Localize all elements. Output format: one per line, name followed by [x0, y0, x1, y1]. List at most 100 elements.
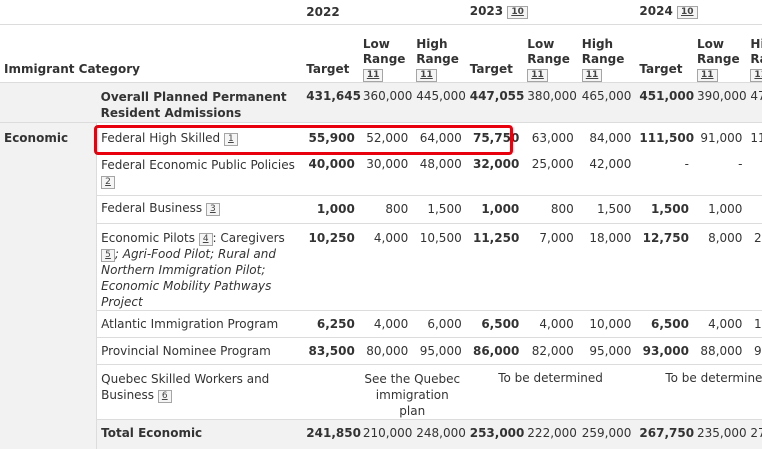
footnote-link-11[interactable]: 11 — [416, 68, 437, 82]
cell-value: 800 — [358, 194, 413, 223]
table-row-federal-economic-public-policies: Federal Economic Public Policies 2 40,00… — [0, 153, 762, 195]
footnote-link-5[interactable]: 5 — [101, 248, 115, 262]
cell-value: 52,000 — [358, 121, 413, 153]
year-2022-header: 2022 — [302, 0, 359, 24]
cell-value: 11,250 — [465, 222, 524, 310]
cell-value: 1,000 — [302, 194, 359, 223]
column-header-target-2024: Target — [635, 23, 693, 82]
cell-value: 259,000 — [577, 418, 636, 449]
column-header-low-range-2024: Low Range 11 — [692, 23, 747, 82]
cell-value: 32,000 — [472, 157, 520, 171]
cell-value: - — [684, 157, 689, 171]
cell-value: 431,645 — [302, 81, 361, 122]
cell-value: 55,900 — [302, 121, 359, 153]
cell-value: 465,000 — [577, 81, 636, 122]
cell-value: 6,000 — [412, 309, 466, 337]
cell-value: 447,055 — [465, 81, 524, 122]
footnote-link-4[interactable]: 4 — [198, 232, 213, 246]
table-row-atlantic-immigration-program: Atlantic Immigration Program 6,250 4,000… — [0, 309, 762, 337]
cell-value: 800 — [523, 194, 578, 223]
column-header-high-range-2024: HighRange 11 — [746, 23, 762, 82]
row-label-overall: Overall Planned Permanent Resident Admiss… — [96, 81, 303, 122]
footnote-link-11[interactable]: 11 — [362, 68, 384, 82]
year-2024-header: 2024 10 — [635, 0, 762, 24]
column-header-high-range-2023: High Range 11 — [577, 23, 636, 82]
cell-value: 80,000 — [358, 336, 413, 364]
footnote-link-11[interactable]: 11 — [581, 68, 603, 82]
cell-value: 91,000 — [692, 121, 747, 153]
cell-value: 98,000 — [746, 336, 762, 364]
cell-value: 1,500 — [412, 194, 466, 223]
cell-value: 10,000 — [577, 309, 636, 337]
footnote-link-2[interactable]: 2 — [101, 176, 115, 189]
cell-value: 12,750 — [635, 222, 693, 310]
cell-value: 273,000 — [746, 418, 762, 449]
row-label: Total Economic — [96, 418, 303, 449]
year-2023-header: 2023 10 — [466, 0, 636, 24]
row-label: Federal Business 3 — [96, 194, 303, 223]
cell-value: 253,000 — [465, 418, 524, 449]
cell-value: 63,000 — [523, 121, 578, 153]
cell-value: 88,000 — [692, 336, 747, 364]
cell-value: 241,850 — [302, 418, 361, 449]
cell-value: 75,750 — [465, 121, 524, 153]
cell-value: 30,000 — [366, 157, 409, 171]
cell-value: 4,000 — [358, 222, 413, 310]
cell-value: 10,250 — [302, 222, 359, 310]
cell-value: 10,500 — [412, 222, 466, 310]
column-header-target-2022: Target — [302, 23, 359, 82]
cell-value: 18,000 — [577, 222, 636, 310]
footnote-link-10[interactable]: 10 — [676, 6, 698, 20]
cell-value: - — [738, 157, 743, 171]
cell-value: 1,500 — [635, 194, 693, 223]
cell-value: 2,000 — [746, 194, 762, 223]
cell-value: 445,000 — [412, 81, 466, 122]
note-to-be-determined-2024: To be determined — [635, 363, 762, 419]
footnote-link-10[interactable]: 10 — [507, 6, 528, 20]
note-see-quebec-plan: See the Quebec immigration plan — [358, 363, 466, 419]
footnote-link-3[interactable]: 3 — [205, 202, 220, 216]
cell-value: 40,000 — [308, 157, 355, 171]
group-label-economic: Economic — [0, 121, 98, 449]
footnote-link-11[interactable]: 11 — [750, 68, 762, 82]
cell-value: 95,000 — [412, 336, 466, 364]
cell-value: 95,000 — [577, 336, 636, 364]
cell-value: 1,000 — [692, 194, 747, 223]
cell-value: 360,000 — [358, 81, 412, 122]
cell-value: 64,000 — [412, 121, 466, 153]
footnote-link-6[interactable]: 6 — [157, 389, 172, 403]
cell-value: 475,000 — [746, 81, 762, 122]
cell-value: 248,000 — [412, 418, 466, 449]
cell-value: 7,000 — [523, 222, 578, 310]
cell-value: 42,000 — [589, 157, 632, 171]
cell-value: 380,000 — [523, 81, 578, 122]
cell-value: 4,000 — [358, 309, 413, 337]
cell-value: 1,500 — [577, 194, 636, 223]
table-row-provincial-nominee-program: Provincial Nominee Program 83,500 80,000… — [0, 336, 762, 364]
cell-value: 118,000 — [746, 121, 762, 153]
cell-value: 390,000 — [692, 81, 747, 122]
row-label: Quebec Skilled Workers and Business 6 — [96, 363, 303, 419]
column-header-high-range-2022: High Range 11 — [412, 23, 466, 82]
cell-value: - — [746, 153, 762, 195]
footnote-link-11[interactable]: 11 — [527, 68, 548, 82]
row-label: Provincial Nominee Program — [96, 336, 303, 364]
note-to-be-determined-2023: To be determined — [465, 363, 636, 419]
cell-value: 84,000 — [577, 121, 636, 153]
row-label: Economic Pilots 4: Caregivers 5; Agri-Fo… — [96, 222, 303, 310]
cell-value: 1,000 — [465, 194, 524, 223]
footnote-link-1[interactable]: 1 — [224, 132, 238, 146]
cell-value: 4,000 — [692, 309, 747, 337]
cell-value: 93,000 — [635, 336, 693, 364]
table-row-federal-high-skilled: Economic Federal High Skilled 1 55,900 5… — [0, 121, 762, 449]
row-label: Federal High Skilled 1 — [96, 121, 303, 153]
cell-value: 83,500 — [302, 336, 359, 364]
table-row-total-economic: Total Economic 241,850 210,000 248,000 2… — [0, 418, 762, 449]
table-row-quebec-skilled-workers: Quebec Skilled Workers and Business 6 Se… — [0, 363, 762, 419]
footnote-link-11[interactable]: 11 — [696, 68, 718, 82]
cell-value: 235,000 — [692, 418, 747, 449]
cell-value: 4,000 — [523, 309, 578, 337]
year-2022-label: 2022 — [306, 4, 340, 19]
cell-value: 6,500 — [465, 309, 524, 337]
cell-value: 222,000 — [523, 418, 578, 449]
